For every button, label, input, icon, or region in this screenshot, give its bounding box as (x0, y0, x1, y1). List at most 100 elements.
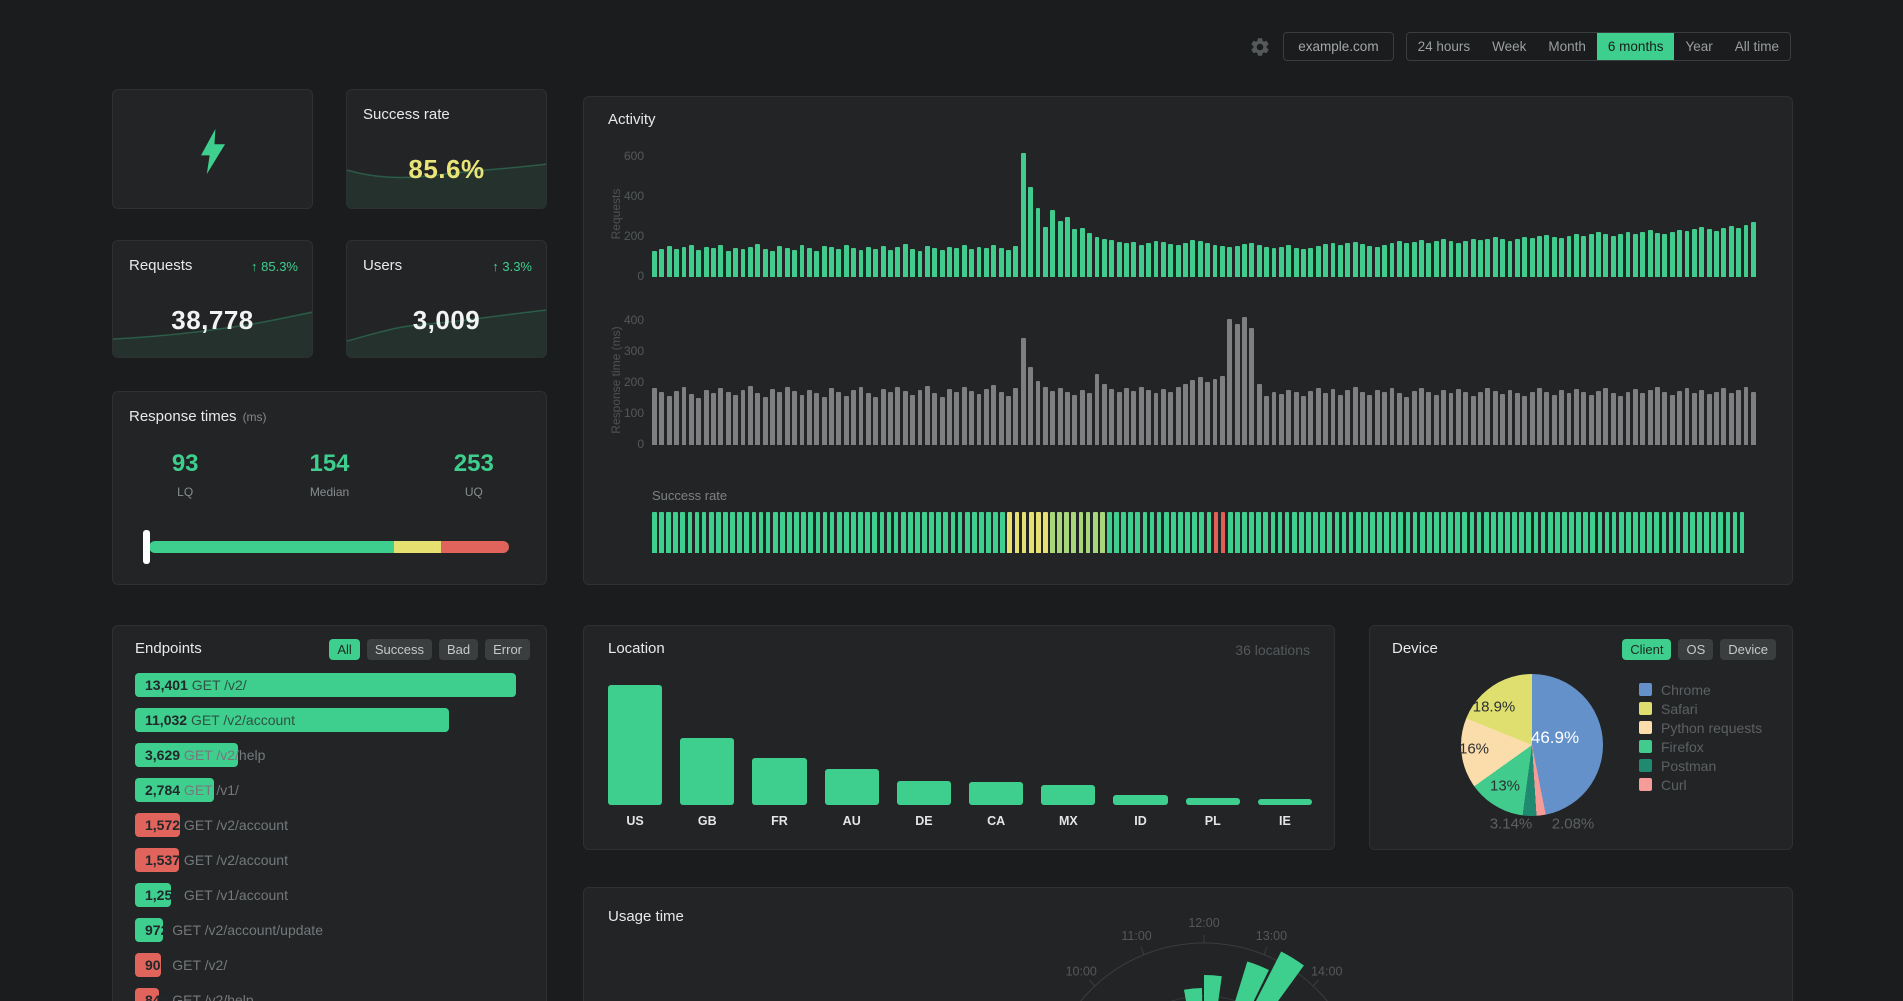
bar (1589, 395, 1594, 445)
legend-item: Postman (1639, 756, 1762, 775)
bar (851, 390, 856, 445)
bar (915, 512, 920, 553)
bar (1390, 243, 1395, 277)
bar (1299, 512, 1304, 553)
endpoint-row[interactable]: 1,256 GET /v1/account (135, 883, 524, 907)
y-tick: 400 (602, 313, 644, 327)
bar (666, 512, 671, 553)
endpoint-row[interactable]: 972 GET /v2/account/update (135, 918, 524, 942)
bar (943, 512, 948, 553)
filter-bad[interactable]: Bad (439, 639, 478, 660)
bar (1537, 236, 1542, 277)
endpoint-row[interactable]: 849 GET /v2/help (135, 988, 524, 1001)
success-rate-strip (652, 512, 1745, 553)
range-tab-24-hours[interactable]: 24 hours (1407, 33, 1482, 60)
endpoint-path: GET /v2/account (180, 817, 288, 833)
device-tab-client[interactable]: Client (1622, 639, 1671, 660)
bar (1235, 324, 1240, 445)
bar (1611, 393, 1616, 445)
legend-label: Curl (1661, 777, 1687, 793)
bar (787, 512, 792, 553)
bar (1058, 221, 1063, 277)
endpoint-count: 13,401 (145, 677, 188, 693)
bar (1286, 245, 1291, 277)
endpoint-row[interactable]: 11,032 GET /v2/account (135, 708, 524, 732)
bar (1382, 245, 1387, 277)
bar (1751, 222, 1756, 277)
bar (1633, 389, 1638, 445)
bar (1183, 243, 1188, 277)
bar (1611, 236, 1616, 277)
bar (954, 392, 959, 445)
location-label: ID (1113, 814, 1167, 828)
bar (1478, 392, 1483, 445)
endpoint-row[interactable]: 2,784 GET /v1/ (135, 778, 524, 802)
bar (1064, 512, 1069, 553)
bar (1028, 367, 1033, 445)
filter-success[interactable]: Success (367, 639, 432, 660)
bar (1562, 512, 1567, 553)
bar (1729, 226, 1734, 277)
bar (1736, 390, 1741, 445)
bar (1071, 512, 1076, 553)
legend-item: Curl (1639, 775, 1762, 794)
endpoint-row[interactable]: 1,537 GET /v2/account (135, 848, 524, 872)
bar (1744, 387, 1749, 445)
range-tab-year[interactable]: Year (1674, 33, 1723, 60)
device-tab-os[interactable]: OS (1678, 639, 1713, 660)
bar (1434, 241, 1439, 277)
bar (1605, 512, 1610, 553)
bar (704, 390, 709, 445)
device-tab-device[interactable]: Device (1720, 639, 1776, 660)
bar (800, 245, 805, 277)
bar (969, 391, 974, 445)
response-times-title: Response times(ms) (129, 408, 267, 425)
range-tab-month[interactable]: Month (1537, 33, 1597, 60)
bar (991, 385, 996, 445)
bar (1626, 232, 1631, 277)
logo-card[interactable] (112, 89, 313, 209)
slider-handle[interactable] (143, 530, 150, 564)
bar (1685, 231, 1690, 277)
hour-label: 13:00 (1256, 929, 1287, 943)
filter-all[interactable]: All (329, 639, 359, 660)
bar (888, 392, 893, 445)
response-times-slider-track[interactable] (149, 541, 509, 553)
filter-error[interactable]: Error (485, 639, 530, 660)
range-tab-6-months[interactable]: 6 months (1597, 33, 1675, 60)
range-tab-all-time[interactable]: All time (1724, 33, 1790, 60)
location-label: FR (752, 814, 806, 828)
bar (1249, 512, 1254, 553)
bar (1404, 397, 1409, 445)
domain-selector[interactable]: example.com (1283, 32, 1393, 61)
bar (718, 388, 723, 445)
endpoint-row[interactable]: 1,572 GET /v2/account (135, 813, 524, 837)
device-legend: ChromeSafariPython requestsFirefoxPostma… (1639, 680, 1762, 794)
location-bar-chart: USGBFRAUDECAMXIDPLIE (608, 678, 1312, 828)
endpoint-row[interactable]: 903 GET /v2/ (135, 953, 524, 977)
bar (1484, 512, 1489, 553)
bar (711, 393, 716, 445)
bar (1733, 512, 1738, 553)
endpoint-row[interactable]: 13,401 GET /v2/ (135, 673, 524, 697)
location-bar-ca: CA (969, 678, 1023, 828)
bar (696, 398, 701, 445)
bar (1036, 512, 1041, 553)
endpoint-row[interactable]: 3,629 GET /v2/help (135, 743, 524, 767)
usage-time-chart: 9:0010:0011:0012:0013:0014:0015:00 (584, 888, 1793, 1001)
hour-tick (1264, 947, 1267, 954)
bar (1323, 244, 1328, 277)
bar (986, 512, 991, 553)
gear-icon[interactable] (1249, 36, 1271, 58)
legend-swatch (1639, 740, 1652, 753)
bar (1718, 512, 1723, 553)
bar (894, 512, 899, 553)
bar (1249, 328, 1254, 445)
bar (844, 245, 849, 277)
bar (1618, 234, 1623, 277)
range-tab-week[interactable]: Week (1481, 33, 1537, 60)
bar (792, 250, 797, 277)
bar (1041, 785, 1095, 805)
bar (1419, 388, 1424, 445)
bar (711, 248, 716, 277)
